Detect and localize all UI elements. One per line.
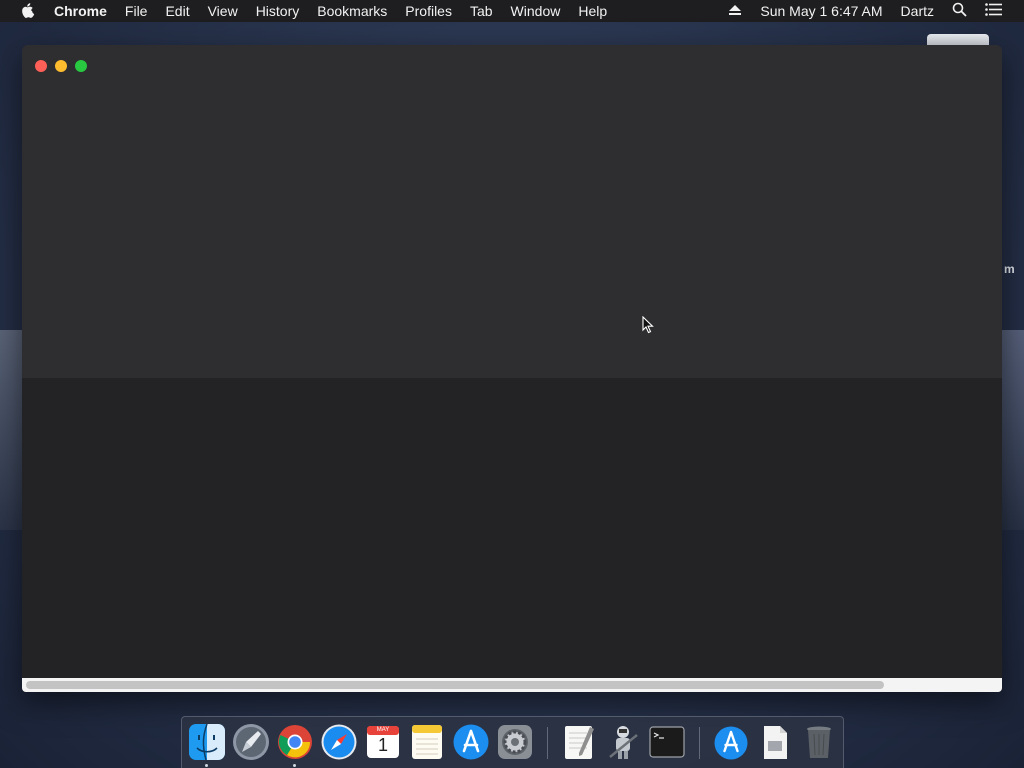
automator-icon[interactable] xyxy=(604,723,642,761)
menu-bar: Chrome File Edit View History Bookmarks … xyxy=(0,0,1024,22)
scrollbar-thumb[interactable] xyxy=(26,681,884,689)
dock: MAY 1 xyxy=(181,716,844,768)
dock-separator xyxy=(547,727,548,759)
eject-icon[interactable] xyxy=(728,3,742,19)
minimize-button[interactable] xyxy=(55,60,67,72)
mouse-cursor-icon xyxy=(642,315,654,339)
trash-icon[interactable] xyxy=(800,723,838,761)
menu-window[interactable]: Window xyxy=(511,3,561,19)
calendar-icon[interactable]: MAY 1 xyxy=(364,723,402,761)
app-store-downloads-icon[interactable] xyxy=(712,723,750,761)
apple-menu-icon[interactable] xyxy=(20,3,36,19)
safari-icon[interactable] xyxy=(320,723,358,761)
maximize-button[interactable] xyxy=(75,60,87,72)
launchpad-icon[interactable] xyxy=(232,723,270,761)
user-name[interactable]: Dartz xyxy=(901,3,934,19)
wallpaper-right xyxy=(1000,330,1024,530)
menu-app-name[interactable]: Chrome xyxy=(54,3,107,19)
desktop-item-label: m xyxy=(1004,262,1015,276)
menu-file[interactable]: File xyxy=(125,3,148,19)
running-indicator xyxy=(205,764,208,767)
running-indicator xyxy=(293,764,296,767)
menu-bookmarks[interactable]: Bookmarks xyxy=(317,3,387,19)
notification-center-icon[interactable] xyxy=(985,3,1002,19)
window-content-area xyxy=(22,378,1002,678)
app-store-icon[interactable] xyxy=(452,723,490,761)
menu-profiles[interactable]: Profiles xyxy=(405,3,452,19)
finder-icon[interactable] xyxy=(188,723,226,761)
chrome-window xyxy=(22,45,1002,692)
menu-bar-extras: Sun May 1 6:47 AM Dartz xyxy=(728,0,1024,22)
window-controls xyxy=(35,60,95,72)
calendar-day: 1 xyxy=(377,735,388,755)
menu-history[interactable]: History xyxy=(256,3,300,19)
textedit-icon[interactable] xyxy=(560,723,598,761)
system-preferences-icon[interactable] xyxy=(496,723,534,761)
terminal-icon[interactable] xyxy=(648,723,686,761)
calendar-month: MAY xyxy=(376,727,390,733)
window-title-area xyxy=(22,45,1002,378)
close-button[interactable] xyxy=(35,60,47,72)
document-icon[interactable] xyxy=(756,723,794,761)
wallpaper-left xyxy=(0,330,24,530)
clock[interactable]: Sun May 1 6:47 AM xyxy=(760,3,882,19)
dock-separator xyxy=(699,727,700,759)
horizontal-scrollbar[interactable] xyxy=(22,678,1002,692)
menu-tab[interactable]: Tab xyxy=(470,3,493,19)
notes-icon[interactable] xyxy=(408,723,446,761)
spotlight-search-icon[interactable] xyxy=(952,2,967,20)
menu-view[interactable]: View xyxy=(208,3,238,19)
menu-edit[interactable]: Edit xyxy=(165,3,189,19)
chrome-icon[interactable] xyxy=(276,723,314,761)
menu-help[interactable]: Help xyxy=(578,3,607,19)
